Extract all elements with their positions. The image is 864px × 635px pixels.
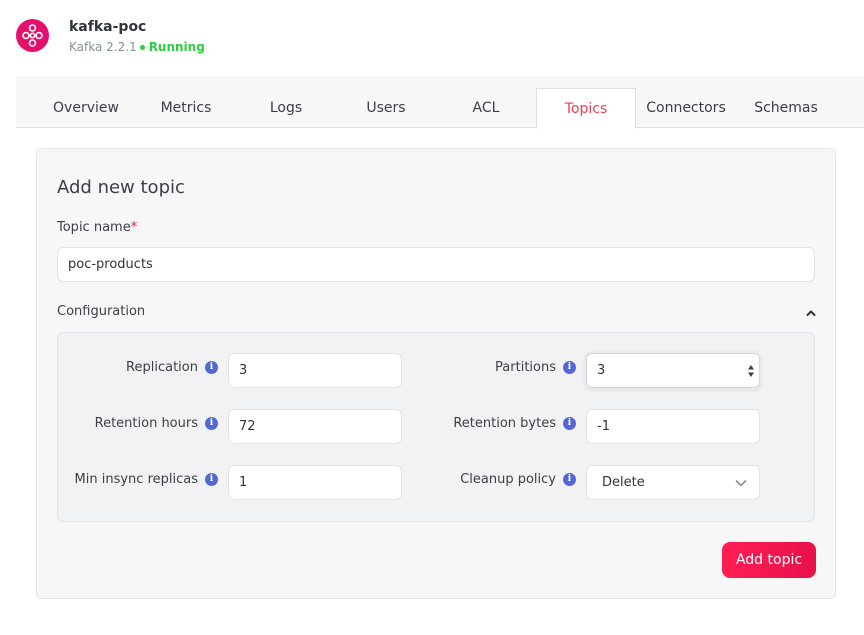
partitions-label: Partitions — [495, 360, 556, 375]
replication-input[interactable]: 3 — [228, 353, 402, 388]
retention-bytes-input[interactable]: -1 — [586, 409, 760, 444]
tab-overview[interactable]: Overview — [36, 88, 136, 128]
add-topic-button[interactable]: Add topic — [722, 542, 816, 578]
min-insync-replicas-input[interactable]: 1 — [228, 465, 402, 500]
retention-hours-input[interactable]: 72 — [228, 409, 402, 444]
add-topic-card: Add new topic Topic name* poc-products C… — [36, 148, 836, 599]
replication-label: Replication — [126, 360, 198, 375]
tab-users[interactable]: Users — [336, 88, 436, 128]
kafka-logo-icon — [16, 19, 49, 52]
chevron-down-icon — [735, 480, 747, 487]
info-icon[interactable]: i — [205, 361, 218, 374]
app-header: kafka-poc Kafka 2.2.1 Running — [0, 0, 864, 76]
tab-connectors[interactable]: Connectors — [636, 88, 736, 128]
info-icon[interactable]: i — [205, 473, 218, 486]
retention-bytes-label: Retention bytes — [453, 416, 556, 431]
partitions-input[interactable]: 3 — [586, 353, 760, 388]
info-icon[interactable]: i — [205, 417, 218, 430]
partitions-value: 3 — [597, 363, 606, 378]
topic-name-input[interactable]: poc-products — [57, 247, 815, 282]
status-text: Running — [148, 40, 205, 54]
configuration-panel: Replication i 3 Partitions i 3 Retention… — [57, 332, 815, 522]
page-title: Add new topic — [57, 177, 185, 198]
cleanup-policy-label: Cleanup policy — [460, 472, 556, 487]
min-insync-replicas-label: Min insync replicas — [74, 472, 198, 487]
tab-metrics[interactable]: Metrics — [136, 88, 236, 128]
tab-bar: Overview Metrics Logs Users ACL Topics C… — [16, 76, 864, 129]
info-icon[interactable]: i — [563, 417, 576, 430]
required-marker: * — [130, 220, 138, 235]
info-icon[interactable]: i — [563, 473, 576, 486]
tab-logs[interactable]: Logs — [236, 88, 336, 128]
app-name: kafka-poc — [69, 19, 147, 35]
tab-schemas[interactable]: Schemas — [736, 88, 836, 128]
cleanup-policy-value: Delete — [602, 475, 645, 490]
chevron-up-icon[interactable] — [804, 306, 818, 320]
topic-name-label-text: Topic name — [57, 220, 131, 235]
topic-name-label: Topic name* — [57, 220, 137, 235]
status-dot-icon — [139, 44, 145, 50]
app-subtitle: Kafka 2.2.1 Running — [69, 40, 205, 54]
configuration-label: Configuration — [57, 304, 146, 319]
number-spinner-icon[interactable] — [747, 364, 755, 378]
retention-hours-label: Retention hours — [94, 416, 198, 431]
cleanup-policy-select[interactable]: Delete — [586, 465, 760, 500]
app-version: Kafka 2.2.1 — [69, 40, 137, 54]
tab-topics[interactable]: Topics — [536, 88, 636, 129]
info-icon[interactable]: i — [563, 361, 576, 374]
tab-acl[interactable]: ACL — [436, 88, 536, 128]
